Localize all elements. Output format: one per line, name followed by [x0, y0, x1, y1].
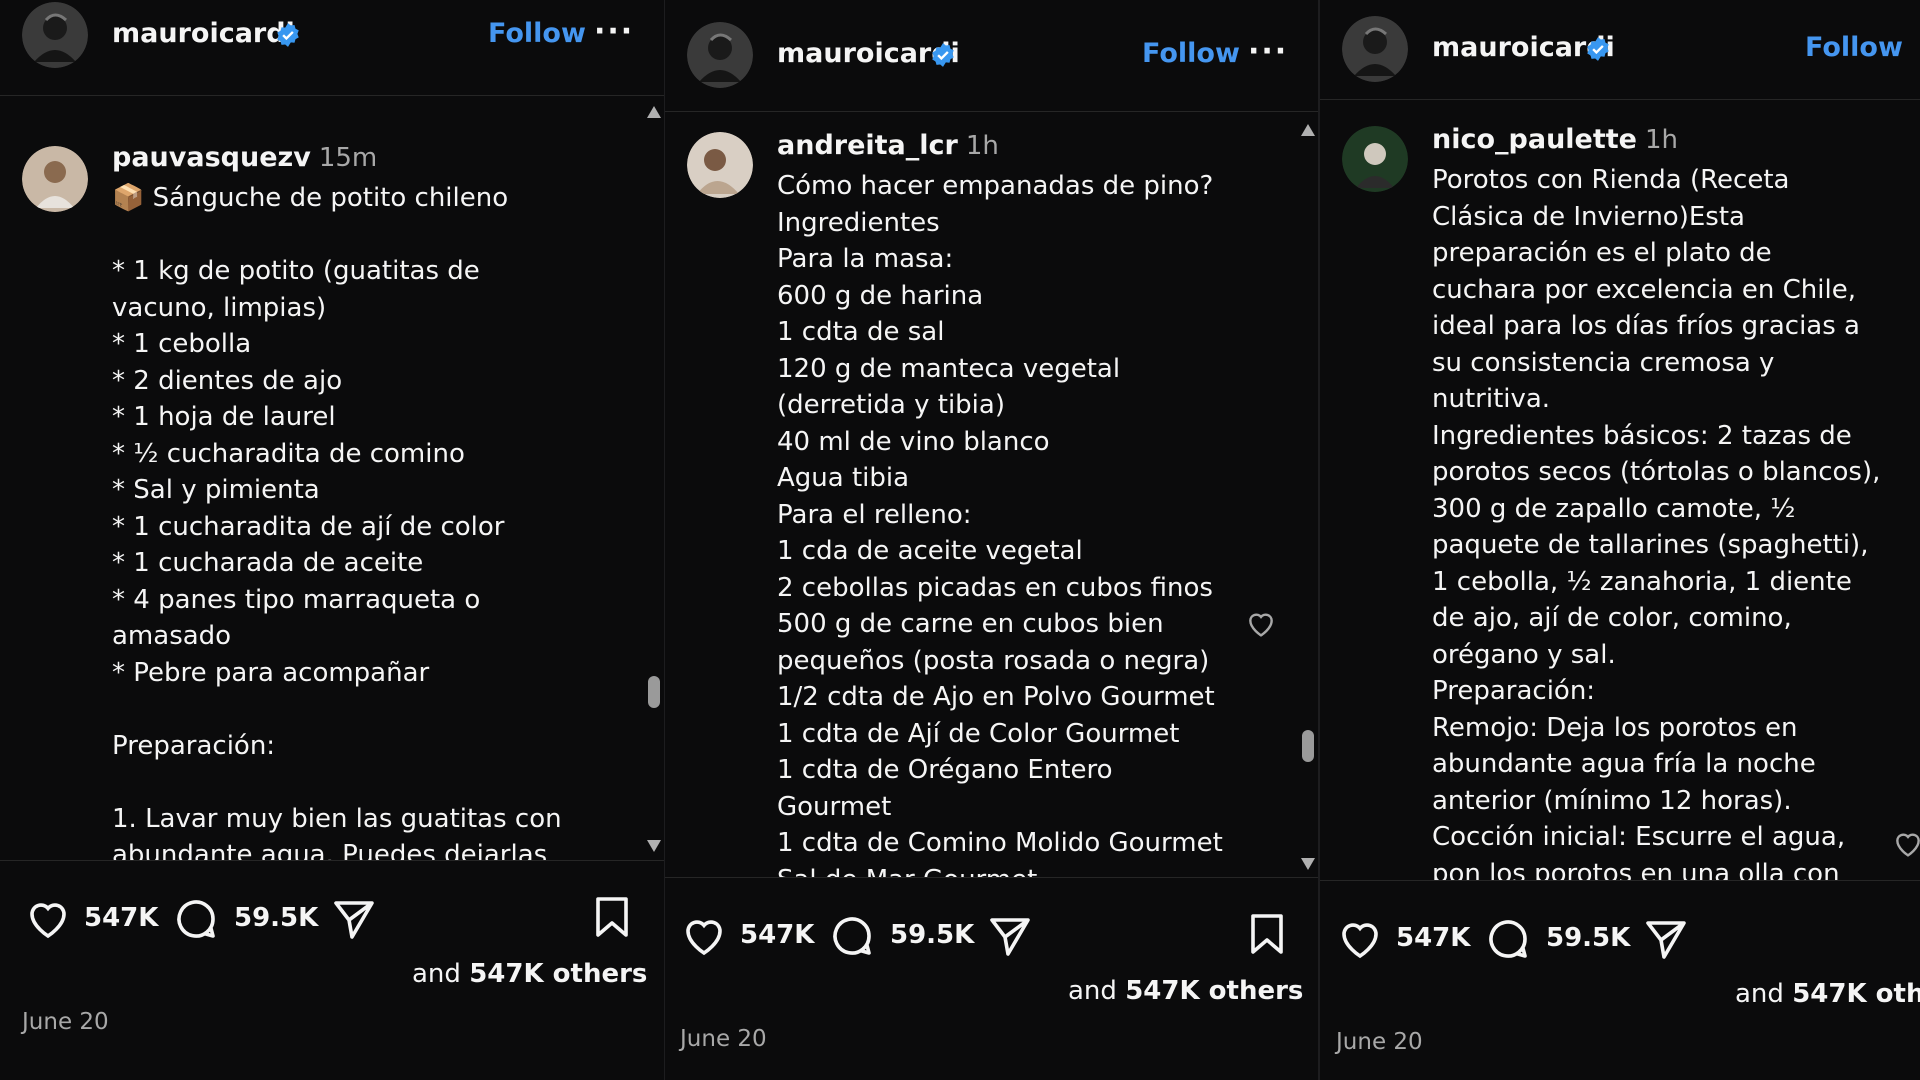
liked-by-count[interactable]: 547K others	[1125, 976, 1303, 1006]
post-date[interactable]: June 20	[1336, 1029, 1423, 1055]
like-count[interactable]: 547K	[1396, 923, 1470, 953]
save-bookmark-icon[interactable]	[588, 893, 636, 941]
post-panel-2: mauroicardi Follow ··· andreita_lcr 1h Có…	[665, 0, 1320, 1080]
comments-scrollbar[interactable]	[646, 106, 662, 852]
comment-item: pauvasquezv 15m 📦 Sánguche de potito chil…	[0, 142, 631, 860]
like-heart-icon[interactable]	[24, 895, 72, 943]
post-header: mauroicardi Follow	[1320, 4, 1920, 100]
post-panel-1: mauroicardi Follow ··· pauvasquezv 15m 📦 …	[0, 0, 665, 1080]
comment-item: nico_paulette 1h Porotos con Rienda (Rece…	[1320, 124, 1920, 880]
post-header: mauroicardi Follow ···	[665, 16, 1320, 112]
post-panel-3: mauroicardi Follow nico_paulette 1h Porot…	[1320, 0, 1920, 1080]
commenter-username[interactable]: nico_paulette	[1432, 124, 1637, 155]
like-count[interactable]: 547K	[740, 920, 814, 950]
liked-by-summary[interactable]: and 547K others	[1068, 976, 1303, 1006]
scroll-up-arrow-icon[interactable]	[1301, 124, 1315, 136]
follow-button[interactable]: Follow	[1142, 38, 1240, 69]
save-bookmark-icon[interactable]	[1243, 910, 1291, 958]
scroll-up-arrow-icon[interactable]	[647, 106, 661, 118]
like-count[interactable]: 547K	[84, 903, 158, 933]
liked-by-count[interactable]: 547K others	[469, 959, 647, 989]
commenter-avatar[interactable]	[687, 132, 753, 198]
comment-body: pauvasquezv 15m 📦 Sánguche de potito chil…	[112, 142, 621, 860]
share-send-icon[interactable]	[330, 895, 378, 943]
verified-badge-icon	[1587, 37, 1609, 61]
comment-bubble-icon[interactable]	[828, 912, 876, 960]
scroll-down-arrow-icon[interactable]	[647, 840, 661, 852]
comment-body: nico_paulette 1h Porotos con Rienda (Rece…	[1432, 124, 1920, 880]
more-options-button[interactable]: ···	[594, 14, 634, 49]
comment-count[interactable]: 59.5K	[1546, 923, 1630, 953]
profile-avatar[interactable]	[1342, 16, 1408, 82]
scrollbar-thumb[interactable]	[1302, 730, 1314, 762]
liked-by-summary[interactable]: and 547K othe	[1735, 979, 1920, 1009]
post-date[interactable]: June 20	[22, 1009, 109, 1035]
share-send-icon[interactable]	[986, 912, 1034, 960]
post-date[interactable]: June 20	[680, 1026, 767, 1052]
comment-like-heart-icon[interactable]	[1245, 608, 1277, 640]
follow-button[interactable]: Follow	[1805, 32, 1903, 63]
liked-by-count[interactable]: 547K othe	[1792, 979, 1920, 1009]
post-header: mauroicardi Follow ···	[0, 0, 665, 96]
more-options-button[interactable]: ···	[1248, 34, 1288, 69]
post-actions-bar: 547K 59.5K and 547K othe June 20	[1320, 880, 1920, 1055]
post-author-username[interactable]: mauroicardi	[112, 18, 295, 49]
comment-body: andreita_lcr 1h Cómo hacer empanadas de p…	[777, 130, 1276, 877]
comment-text: 📦 Sánguche de potito chileno * 1 kg de p…	[112, 183, 562, 860]
comment-text: Porotos con Rienda (Receta Clásica de In…	[1432, 165, 1881, 880]
scrollbar-thumb[interactable]	[648, 676, 660, 708]
post-actions-bar: 547K 59.5K and 547K others June 20	[0, 860, 665, 1035]
verified-badge-icon	[932, 43, 954, 67]
verified-badge-icon	[277, 23, 299, 47]
commenter-username[interactable]: pauvasquezv	[112, 142, 311, 173]
comment-bubble-icon[interactable]	[1484, 915, 1532, 963]
comment-like-heart-icon[interactable]	[1892, 828, 1920, 860]
like-heart-icon[interactable]	[1336, 915, 1384, 963]
scroll-down-arrow-icon[interactable]	[1301, 858, 1315, 870]
comment-bubble-icon[interactable]	[172, 895, 220, 943]
comment-count[interactable]: 59.5K	[234, 903, 318, 933]
comment-count[interactable]: 59.5K	[890, 920, 974, 950]
share-send-icon[interactable]	[1642, 915, 1690, 963]
comment-timestamp[interactable]: 1h	[1645, 125, 1678, 155]
liked-by-prefix: and	[1068, 976, 1126, 1006]
profile-avatar[interactable]	[687, 22, 753, 88]
profile-avatar[interactable]	[22, 2, 88, 68]
comment-timestamp[interactable]: 15m	[319, 143, 377, 173]
post-actions-bar: 547K 59.5K and 547K others June 20	[665, 877, 1320, 1052]
liked-by-prefix: and	[412, 959, 470, 989]
like-heart-icon[interactable]	[680, 912, 728, 960]
liked-by-summary[interactable]: and 547K others	[412, 959, 647, 989]
comment-timestamp[interactable]: 1h	[966, 131, 999, 161]
liked-by-prefix: and	[1735, 979, 1793, 1009]
commenter-username[interactable]: andreita_lcr	[777, 130, 958, 161]
commenter-avatar[interactable]	[22, 146, 88, 212]
commenter-avatar[interactable]	[1342, 126, 1408, 192]
comment-item: andreita_lcr 1h Cómo hacer empanadas de p…	[665, 130, 1286, 877]
comment-text: Cómo hacer empanadas de pino? Ingredient…	[777, 171, 1223, 877]
follow-button[interactable]: Follow	[488, 18, 586, 49]
comments-scrollbar[interactable]	[1300, 124, 1316, 870]
